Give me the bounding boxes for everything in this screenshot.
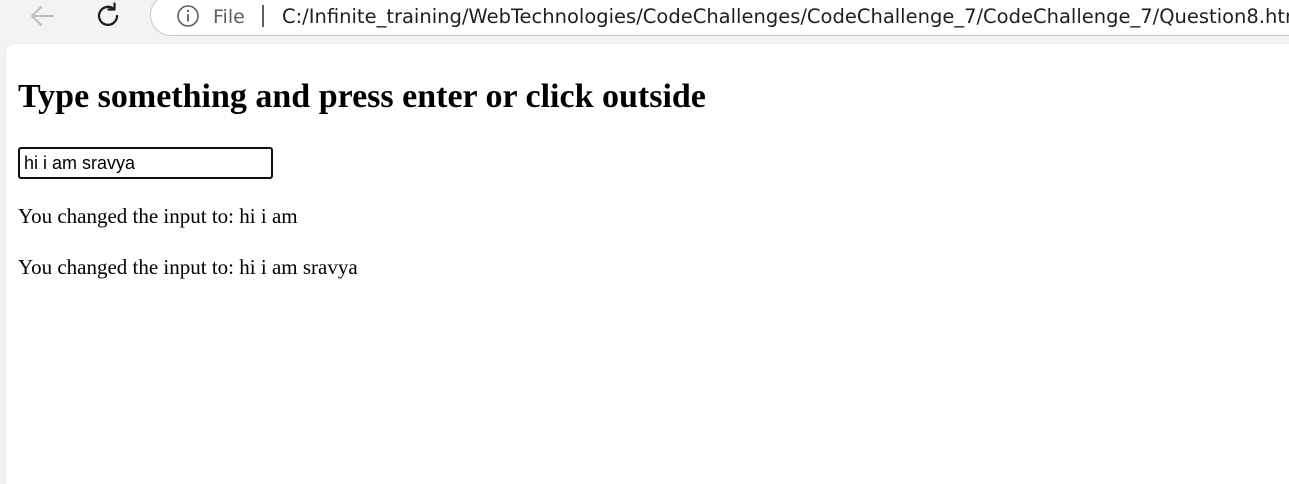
- text-input[interactable]: [18, 147, 273, 179]
- url-text[interactable]: C:/Infinite_training/WebTechnologies/Cod…: [282, 7, 1289, 27]
- browser-toolbar: File C:/Infinite_training/WebTechnologie…: [0, 0, 1289, 40]
- reload-icon: [97, 2, 119, 26]
- page-heading: Type something and press enter or click …: [18, 78, 706, 115]
- address-separator: [262, 5, 264, 27]
- change-message: You changed the input to: hi i am sravya: [18, 255, 358, 279]
- reload-button[interactable]: [90, 0, 126, 32]
- info-icon[interactable]: [176, 4, 200, 28]
- back-button[interactable]: [24, 0, 60, 32]
- change-message: You changed the input to: hi i am: [18, 204, 298, 228]
- page-viewport: Type something and press enter or click …: [6, 44, 1289, 484]
- back-arrow-icon: [31, 6, 54, 26]
- scheme-label: File: [213, 6, 245, 28]
- address-bar[interactable]: File C:/Infinite_training/WebTechnologie…: [150, 0, 1289, 36]
